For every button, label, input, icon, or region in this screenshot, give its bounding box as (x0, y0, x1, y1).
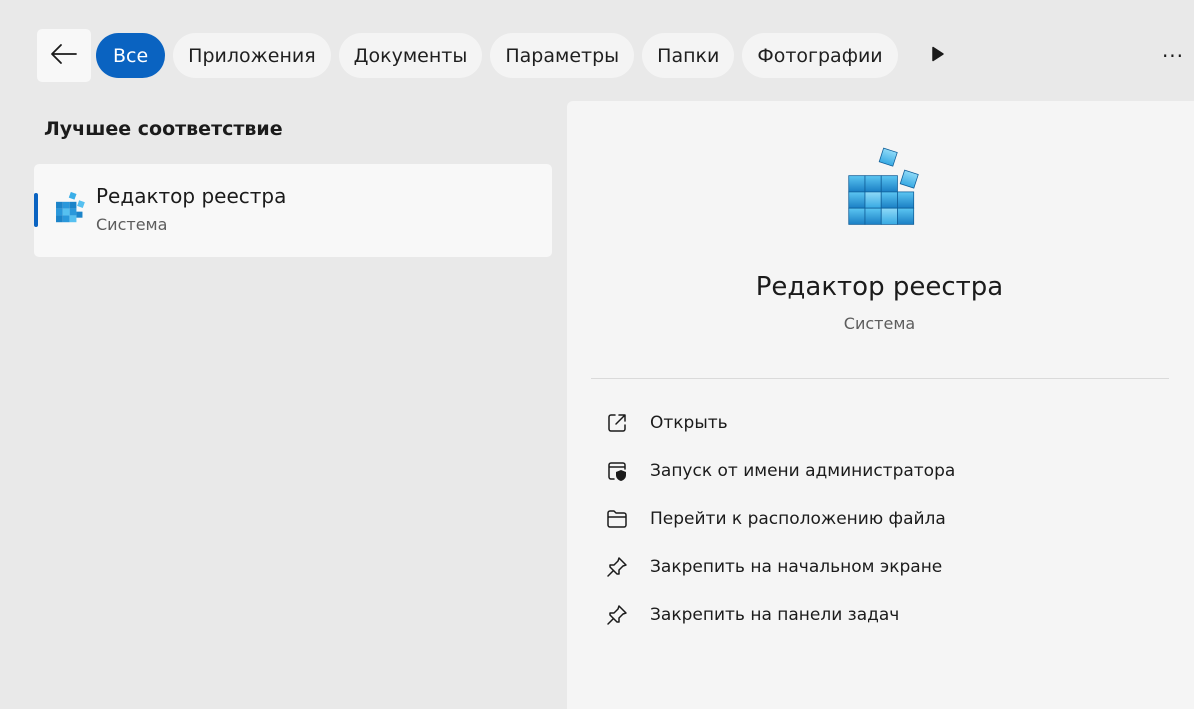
registry-editor-icon (53, 191, 87, 226)
registry-editor-icon (843, 147, 929, 233)
more-dots-icon: ··· (1161, 44, 1185, 68)
arrow-left-icon (50, 43, 78, 69)
pin-icon (605, 603, 629, 627)
action-label: Запуск от имени администратора (650, 461, 956, 481)
action-list: Открыть Запуск от имени администратора П… (605, 399, 1165, 639)
chip-settings[interactable]: Параметры (490, 33, 635, 78)
search-window: Все Приложения Документы Параметры Папки… (0, 0, 1194, 709)
result-subtitle: Система (96, 215, 168, 234)
more-filters-button[interactable] (924, 42, 952, 70)
open-external-icon (605, 411, 629, 435)
best-match-result[interactable]: Редактор реестра Система (34, 164, 552, 257)
pin-icon (605, 555, 629, 579)
action-label: Закрепить на начальном экране (650, 557, 943, 577)
action-pin-taskbar[interactable]: Закрепить на панели задач (605, 591, 1165, 639)
action-label: Перейти к расположению файла (650, 509, 946, 529)
chip-label: Папки (657, 44, 720, 67)
filter-chips: Все Приложения Документы Параметры Папки… (96, 33, 898, 78)
play-icon (931, 46, 945, 66)
back-button[interactable] (37, 29, 91, 82)
action-label: Открыть (650, 413, 728, 433)
detail-subtitle: Система (843, 314, 916, 333)
chip-folders[interactable]: Папки (642, 33, 735, 78)
overflow-menu-button[interactable]: ··· (1158, 42, 1188, 70)
chip-label: Приложения (188, 44, 316, 67)
chip-label: Фотографии (757, 44, 883, 67)
detail-pane: Редактор реестра Система Открыть Запуск … (567, 101, 1194, 709)
action-label: Закрепить на панели задач (650, 605, 900, 625)
action-open[interactable]: Открыть (605, 399, 1165, 447)
chip-apps[interactable]: Приложения (173, 33, 331, 78)
action-pin-start[interactable]: Закрепить на начальном экране (605, 543, 1165, 591)
chip-photos[interactable]: Фотографии (742, 33, 898, 78)
detail-title: Редактор реестра (755, 272, 1004, 302)
chip-all[interactable]: Все (96, 33, 166, 78)
chip-label: Документы (353, 44, 468, 67)
action-open-location[interactable]: Перейти к расположению файла (605, 495, 1165, 543)
chip-documents[interactable]: Документы (338, 33, 483, 78)
section-title-best-match: Лучшее соответствие (44, 118, 283, 140)
selection-indicator (34, 193, 38, 227)
result-title: Редактор реестра (96, 184, 287, 208)
chip-label: Все (113, 44, 149, 67)
chip-label: Параметры (505, 44, 620, 67)
folder-icon (605, 507, 629, 531)
shield-window-icon (605, 459, 629, 483)
divider (591, 378, 1169, 379)
action-run-as-admin[interactable]: Запуск от имени администратора (605, 447, 1165, 495)
